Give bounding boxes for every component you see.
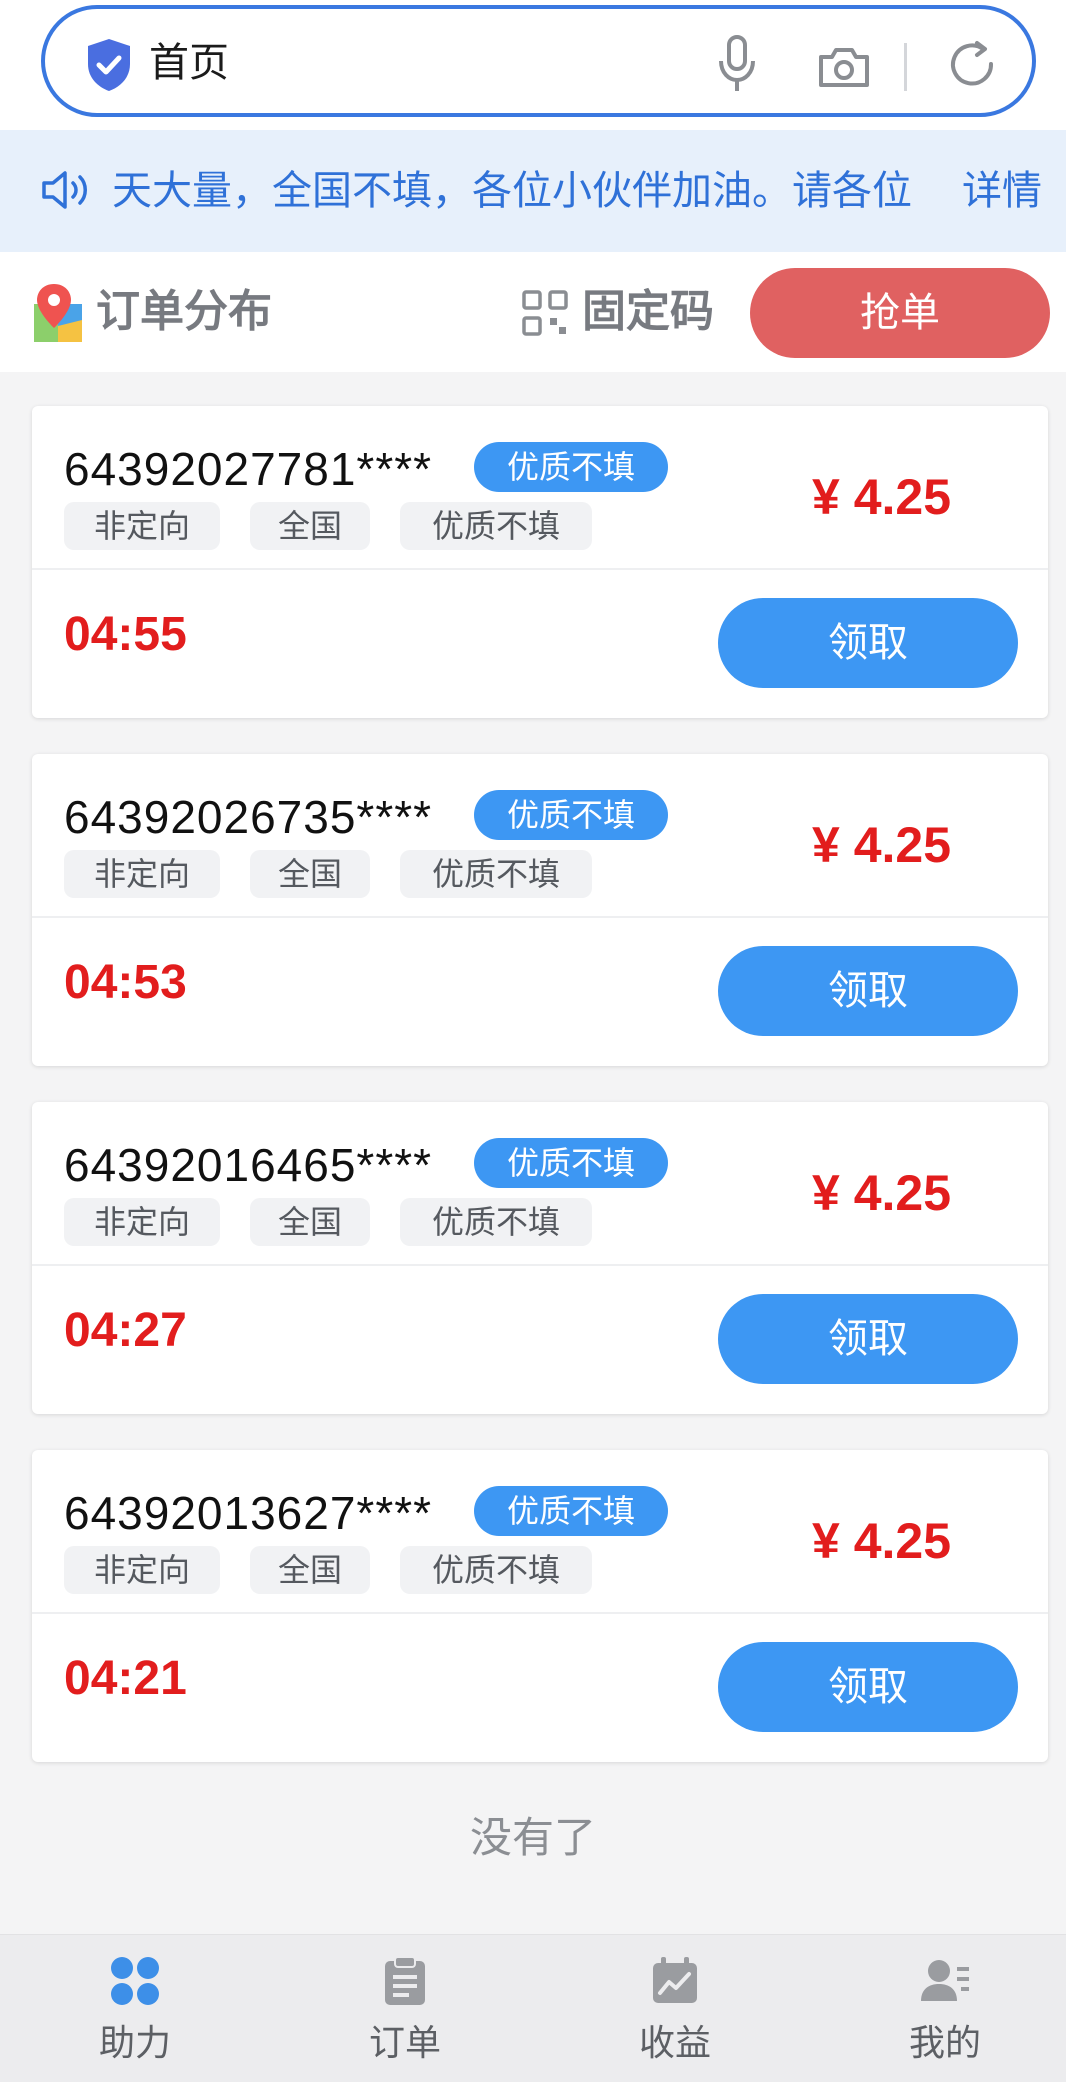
card-divider	[32, 1612, 1048, 1614]
notice-bar: 天大量，全国不填，各位小伙伴加油。请各位 详情	[0, 130, 1066, 252]
quality-badge: 优质不填	[474, 442, 668, 492]
order-price: ¥ 4.25	[812, 817, 952, 873]
order-price: ¥ 4.25	[812, 1165, 952, 1221]
notice-text: 天大量，全国不填，各位小伙伴加油。请各位	[112, 168, 912, 214]
nav-item-orders[interactable]: 订单	[305, 1935, 505, 2082]
list-end-text: 没有了	[469, 1813, 596, 1862]
grab-order-button[interactable]: 抢单	[750, 268, 1050, 358]
countdown-timer: 04:55	[64, 608, 187, 661]
order-number: 64392013627****	[64, 1487, 433, 1539]
tag-untargeted: 非定向	[64, 1198, 220, 1246]
notice-detail-link[interactable]: 详情	[962, 158, 1042, 224]
tag-untargeted: 非定向	[64, 850, 220, 898]
tag-untargeted: 非定向	[64, 502, 220, 550]
nav-label-orders: 订单	[368, 2023, 441, 2064]
claim-button[interactable]: 领取	[718, 946, 1018, 1036]
search-text[interactable]: 首页	[149, 33, 229, 93]
order-price: ¥ 4.25	[812, 469, 952, 525]
order-number: 64392016465****	[64, 1139, 433, 1191]
countdown-timer: 04:27	[64, 1304, 187, 1357]
map-pin-icon[interactable]	[32, 282, 86, 344]
nav-label-earnings: 收益	[638, 2023, 711, 2064]
order-card: 64392016465**** 优质不填 非定向 全国 优质不填 ¥ 4.25 04:27 领…	[32, 1102, 1048, 1414]
camera-icon[interactable]	[817, 45, 871, 89]
profile-icon	[921, 1960, 969, 2001]
qr-code-icon[interactable]	[522, 290, 568, 336]
claim-button[interactable]: 领取	[718, 598, 1018, 688]
countdown-timer: 04:21	[64, 1652, 187, 1705]
fixed-code-label[interactable]: 固定码	[582, 280, 714, 344]
microphone-icon[interactable]	[717, 35, 757, 93]
bottom-nav: 助力 订单 收益 我的	[0, 1934, 1066, 2082]
card-divider	[32, 568, 1048, 570]
order-price: ¥ 4.25	[812, 1513, 952, 1569]
order-card: 64392027781**** 优质不填 非定向 全国 优质不填 ¥ 4.25 04:55 领…	[32, 406, 1048, 718]
tag-quality: 优质不填	[400, 850, 592, 898]
quality-badge: 优质不填	[474, 790, 668, 840]
tool-row: 订单分布 固定码 抢单	[0, 252, 1066, 372]
shield-check-icon	[88, 39, 130, 91]
order-distribution-label[interactable]: 订单分布	[96, 280, 272, 344]
tag-untargeted: 非定向	[64, 1546, 220, 1594]
search-divider	[904, 43, 907, 91]
nav-item-assist[interactable]: 助力	[35, 1935, 235, 2082]
order-card: 64392026735**** 优质不填 非定向 全国 优质不填 ¥ 4.25 04:53 领…	[32, 754, 1048, 1066]
countdown-timer: 04:53	[64, 956, 187, 1009]
speaker-icon	[42, 171, 87, 209]
quality-badge: 优质不填	[474, 1486, 668, 1536]
claim-button[interactable]: 领取	[718, 1642, 1018, 1732]
tag-quality: 优质不填	[400, 502, 592, 550]
tag-region: 全国	[250, 1546, 370, 1594]
grid-icon	[111, 1957, 159, 2005]
tag-region: 全国	[250, 502, 370, 550]
nav-item-earnings[interactable]: 收益	[575, 1935, 775, 2082]
card-divider	[32, 916, 1048, 918]
nav-label-assist: 助力	[98, 2023, 171, 2064]
card-divider	[32, 1264, 1048, 1266]
claim-button[interactable]: 领取	[718, 1294, 1018, 1384]
order-number: 64392026735****	[64, 791, 433, 843]
order-card: 64392013627**** 优质不填 非定向 全国 优质不填 ¥ 4.25 04:21 领…	[32, 1450, 1048, 1762]
tag-quality: 优质不填	[400, 1546, 592, 1594]
refresh-icon[interactable]	[947, 39, 997, 89]
nav-label-profile: 我的	[908, 2023, 981, 2064]
quality-badge: 优质不填	[474, 1138, 668, 1188]
tag-region: 全国	[250, 1198, 370, 1246]
tag-region: 全国	[250, 850, 370, 898]
earnings-icon	[653, 1957, 697, 2003]
nav-item-profile[interactable]: 我的	[845, 1935, 1045, 2082]
clipboard-icon	[385, 1956, 425, 2005]
search-box[interactable]: 首页	[41, 5, 1036, 117]
tag-quality: 优质不填	[400, 1198, 592, 1246]
order-number: 64392027781****	[64, 443, 433, 495]
search-bar-area: 首页	[0, 0, 1066, 130]
